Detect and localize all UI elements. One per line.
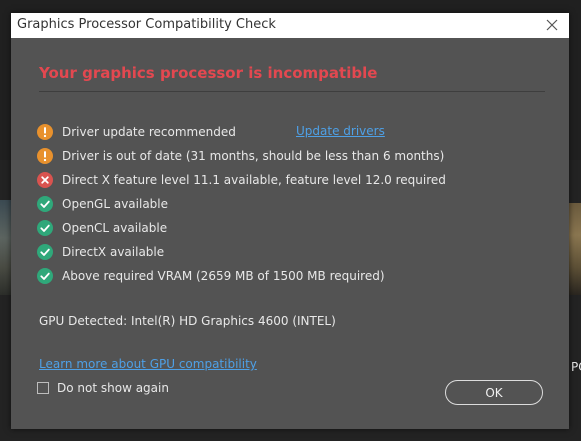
check-circle-icon — [37, 196, 53, 212]
check-circle-icon — [37, 244, 53, 260]
update-drivers-link[interactable]: Update drivers — [296, 124, 385, 138]
check-item-label: Above required VRAM (2659 MB of 1500 MB … — [62, 269, 385, 283]
gpu-detected-text: GPU Detected: Intel(R) HD Graphics 4600 … — [39, 314, 336, 328]
check-item-label: Driver update recommended — [62, 125, 236, 139]
incompatible-headline: Your graphics processor is incompatible — [39, 64, 378, 82]
warning-icon — [37, 124, 53, 140]
check-item-label: Driver is out of date (31 months, should… — [62, 149, 445, 163]
check-item: Driver update recommended — [37, 123, 236, 141]
close-icon — [546, 19, 558, 31]
learn-more-link[interactable]: Learn more about GPU compatibility — [39, 357, 257, 371]
do-not-show-again-checkbox[interactable] — [37, 382, 49, 394]
ok-button[interactable]: OK — [445, 380, 543, 405]
do-not-show-again-option[interactable]: Do not show again — [37, 381, 169, 395]
check-circle-icon — [37, 220, 53, 236]
check-item-label: OpenCL available — [62, 221, 168, 235]
gpu-compatibility-dialog: Graphics Processor Compatibility Check Y… — [11, 13, 569, 429]
check-item: Direct X feature level 11.1 available, f… — [37, 171, 446, 189]
do-not-show-again-label: Do not show again — [57, 381, 169, 395]
dialog-title: Graphics Processor Compatibility Check — [17, 17, 276, 32]
divider — [39, 91, 545, 92]
check-item-label: DirectX available — [62, 245, 165, 259]
error-icon — [37, 172, 53, 188]
check-item: OpenGL available — [37, 195, 168, 213]
dialog-titlebar: Graphics Processor Compatibility Check — [11, 13, 569, 38]
background-text: PC — [571, 360, 581, 374]
background-thumbnail-right — [569, 203, 581, 295]
check-item: OpenCL available — [37, 219, 167, 237]
check-circle-icon — [37, 268, 53, 284]
check-item: Driver is out of date (31 months, should… — [37, 147, 444, 165]
check-item-label: OpenGL available — [62, 197, 169, 211]
check-item-label: Direct X feature level 11.1 available, f… — [62, 173, 446, 187]
check-item: Above required VRAM (2659 MB of 1500 MB … — [37, 267, 385, 285]
check-item: DirectX available — [37, 243, 164, 261]
warning-icon — [37, 148, 53, 164]
close-button[interactable] — [543, 16, 561, 34]
